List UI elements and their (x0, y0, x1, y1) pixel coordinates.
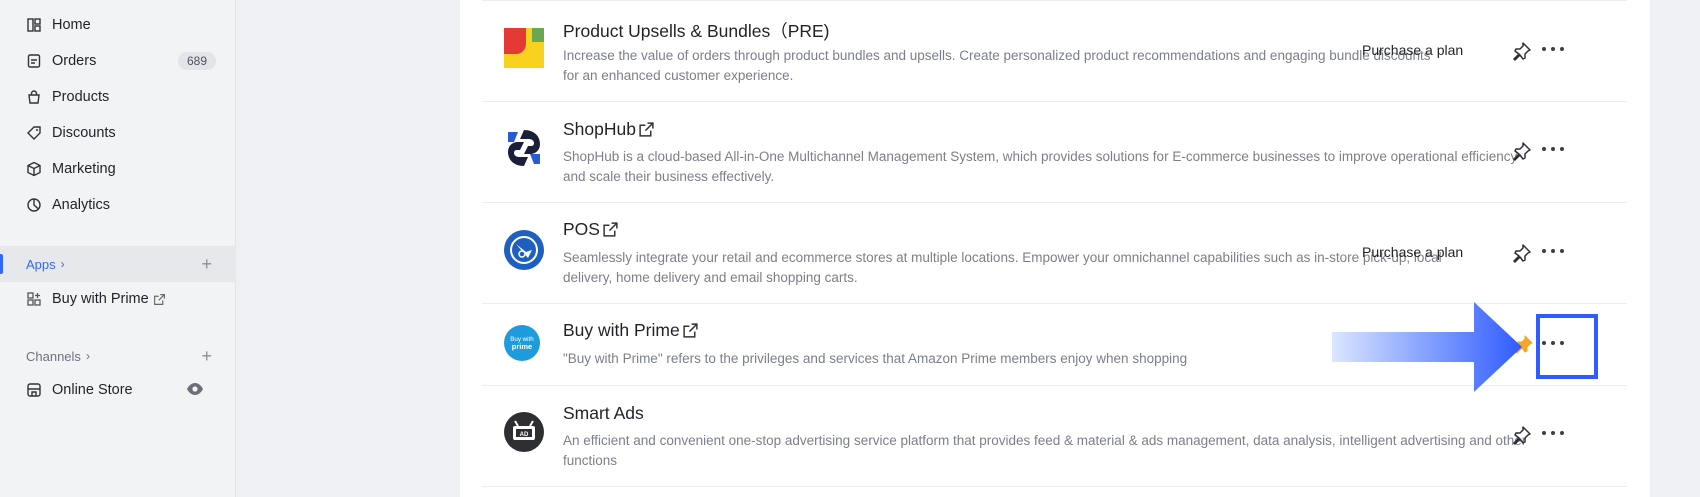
app-title: Buy with Prime (563, 320, 680, 340)
home-icon (26, 17, 42, 33)
app-title-wrap[interactable]: POS (563, 219, 619, 240)
add-app-icon[interactable]: + (201, 254, 212, 275)
channels-section-header[interactable]: Channels › + (0, 338, 236, 374)
pin-icon[interactable] (1512, 243, 1532, 263)
smart-ads-logo: AD (504, 412, 544, 452)
more-options-icon[interactable] (1542, 47, 1564, 53)
app-description: Seamlessly integrate your retail and eco… (563, 250, 1442, 285)
external-link-icon (639, 122, 654, 137)
apps-icon (26, 291, 42, 307)
app-title: ShopHub (563, 119, 636, 139)
bag-icon (26, 89, 42, 105)
sidebar: Home Orders 689 Products Discounts Marke… (0, 0, 236, 497)
nav-products[interactable]: Products (26, 80, 216, 114)
nav-products-label: Products (52, 89, 110, 105)
pin-icon[interactable] (1512, 41, 1532, 61)
app-title: Product Upsells & Bundles（PRE) (563, 21, 830, 41)
nav-marketing[interactable]: Marketing (26, 152, 216, 186)
annotation-arrow (1332, 302, 1522, 392)
pos-logo (504, 230, 544, 270)
orders-icon (26, 53, 42, 69)
svg-text:prime: prime (512, 342, 532, 351)
shophub-logo (504, 128, 544, 168)
tag-icon (26, 125, 42, 141)
purchase-plan-link[interactable]: Purchase a plan (1362, 244, 1463, 260)
app-description: ShopHub is a cloud-based All-in-One Mult… (563, 149, 1518, 184)
channels-section-label: Channels (26, 348, 81, 364)
app-row: ShopHub ShopHub is a cloud-based All-in-… (482, 102, 1627, 203)
nav-analytics-label: Analytics (52, 197, 111, 213)
store-icon (26, 382, 42, 398)
nav-home-label: Home (52, 17, 91, 33)
app-title-wrap[interactable]: Buy with Prime (563, 320, 699, 341)
nav-discounts[interactable]: Discounts (26, 116, 216, 150)
orders-count-badge: 689 (177, 52, 216, 70)
sidebar-item-buy-with-prime[interactable]: Buy with Prime (26, 282, 226, 316)
nav-analytics[interactable]: Analytics (26, 188, 216, 222)
pin-icon[interactable] (1512, 141, 1532, 161)
chevron-right-icon: › (85, 349, 90, 363)
box-icon (26, 161, 42, 177)
chevron-right-icon: › (60, 257, 65, 271)
app-title: Smart Ads (563, 403, 644, 423)
more-options-icon[interactable] (1542, 431, 1564, 437)
app-row: AD Smart Ads An efficient and convenient… (482, 386, 1627, 487)
eye-icon[interactable] (186, 382, 204, 396)
buy-with-prime-logo: Buy with prime (504, 325, 540, 361)
purchase-plan-link[interactable]: Purchase a plan (1362, 42, 1463, 58)
annotation-highlight-box (1536, 314, 1598, 379)
apps-panel: Product Upsells & Bundles（PRE) Increase … (460, 0, 1650, 497)
apps-section-label: Apps (26, 256, 56, 272)
more-options-icon[interactable] (1542, 249, 1564, 255)
sidebar-item-online-store[interactable]: Online Store (26, 373, 226, 407)
add-channel-icon[interactable]: + (201, 346, 212, 367)
app-description: An efficient and convenient one-stop adv… (563, 433, 1527, 468)
apps-section-header[interactable]: Apps › + (0, 246, 236, 282)
upsells-logo (504, 28, 544, 68)
nav-orders[interactable]: Orders 689 (26, 44, 216, 78)
pin-icon[interactable] (1512, 425, 1532, 445)
pie-chart-icon (26, 197, 42, 213)
svg-text:AD: AD (520, 432, 529, 438)
external-link-icon (683, 323, 698, 338)
nav-orders-label: Orders (52, 53, 97, 69)
app-description: "Buy with Prime" refers to the privilege… (563, 351, 1188, 366)
external-link-icon (603, 222, 618, 237)
nav-discounts-label: Discounts (52, 125, 116, 141)
nav-marketing-label: Marketing (52, 161, 116, 177)
sidebar-item-label: Online Store (52, 382, 133, 398)
external-link-icon (153, 293, 166, 306)
nav-home[interactable]: Home (26, 8, 216, 42)
app-title-wrap[interactable]: ShopHub (563, 119, 655, 140)
app-description: Increase the value of orders through pro… (563, 48, 1431, 83)
app-row: POS Seamlessly integrate your retail and… (482, 203, 1627, 304)
sidebar-item-label: Buy with Prime (52, 291, 149, 307)
app-title: POS (563, 219, 600, 239)
app-row: Product Upsells & Bundles（PRE) Increase … (482, 0, 1627, 102)
more-options-icon[interactable] (1542, 147, 1564, 153)
